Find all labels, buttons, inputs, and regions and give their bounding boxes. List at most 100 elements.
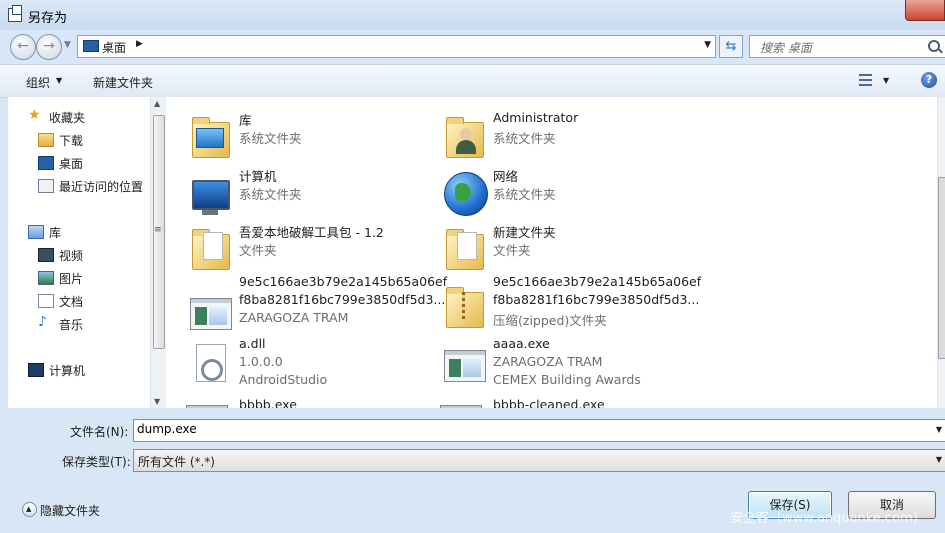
filename-field[interactable]: ▼ <box>133 419 945 442</box>
file-type: 文件夹 <box>493 243 531 258</box>
file-type: 压缩(zipped)文件夹 <box>493 313 607 328</box>
nav-pictures-label: 图片 <box>59 272 84 286</box>
video-icon <box>38 248 54 262</box>
save-form: 文件名(N): ▼ 保存类型(T): 所有文件 (*.*) ▼ ▲ 隐藏文件夹 … <box>0 408 945 533</box>
filetype-value: 所有文件 (*.*) <box>138 455 215 469</box>
nav-libraries-label: 库 <box>49 226 62 240</box>
filename-dropdown-icon[interactable]: ▼ <box>936 425 942 434</box>
scroll-down-icon[interactable]: ▼ <box>154 397 160 406</box>
file-item-libraries[interactable]: 库 系统文件夹 <box>186 110 436 166</box>
address-field[interactable]: 桌面 ▶ ▼ <box>77 35 716 58</box>
application-icon <box>186 288 234 336</box>
content-scroll-thumb[interactable] <box>938 177 945 359</box>
filename-label: 文件名(N): <box>70 425 129 439</box>
filetype-select[interactable]: 所有文件 (*.*) ▼ <box>133 449 945 472</box>
file-type: 系统文件夹 <box>493 187 556 202</box>
arrow-left-icon: ← <box>17 38 29 54</box>
file-list: 库 系统文件夹 Administrator 系统文件夹 计算机 系统文件夹 网络… <box>166 97 937 408</box>
breadcrumb-chevron-icon[interactable]: ▶ <box>136 39 143 49</box>
file-item-administrator[interactable]: Administrator 系统文件夹 <box>440 110 690 166</box>
dll-gear-icon <box>186 340 234 388</box>
document-icon <box>38 294 54 308</box>
window-icon <box>8 5 22 22</box>
view-dropdown-icon[interactable]: ▼ <box>883 76 889 85</box>
file-name: 新建文件夹 <box>493 225 556 240</box>
navigation-pane: ★ 收藏夹 下载 桌面 最近访问的位置 库 视频 图片 文档 ♪ 音乐 计算机 <box>8 97 150 408</box>
back-button[interactable]: ← <box>10 34 36 60</box>
nav-music-label: 音乐 <box>59 318 84 332</box>
file-company: AndroidStudio <box>239 372 328 387</box>
filetype-label: 保存类型(T): <box>62 455 131 469</box>
file-name-continued: f8ba8281f16bc799e3850df5d3... <box>239 292 446 307</box>
search-input[interactable]: 搜索 桌面 <box>749 35 945 58</box>
command-toolbar: 组织 ▼ 新建文件夹 ▼ ? <box>0 64 945 98</box>
scroll-up-icon[interactable]: ▲ <box>154 99 160 108</box>
window-title: 另存为 <box>28 11 68 26</box>
computer-icon <box>28 363 44 377</box>
desktop-icon <box>83 40 99 52</box>
address-bar: ← → ▼ 桌面 ▶ ▼ ⇆ 搜索 桌面 <box>0 30 945 64</box>
folder-icon <box>186 226 234 274</box>
file-item-zip-hash[interactable]: 9e5c166ae3b79e2a145b65a06ef f8ba8281f16b… <box>440 274 701 332</box>
search-icon[interactable] <box>928 40 940 52</box>
user-folder-icon <box>440 114 488 162</box>
nav-favorites-label: 收藏夹 <box>49 111 86 125</box>
file-name: 9e5c166ae3b79e2a145b65a06ef <box>239 274 448 289</box>
hide-folders-label[interactable]: 隐藏文件夹 <box>40 502 100 519</box>
file-name: 网络 <box>493 169 519 184</box>
file-item-computer[interactable]: 计算机 系统文件夹 <box>186 166 436 222</box>
close-button[interactable] <box>905 0 945 21</box>
file-name-continued: f8ba8281f16bc799e3850df5d3... <box>493 292 700 307</box>
file-name: 计算机 <box>239 169 277 184</box>
file-item-bbbb-cleaned-exe[interactable]: bbbb-cleaned.exe <box>440 397 690 408</box>
file-company: ZARAGOZA TRAM <box>493 354 603 369</box>
nav-recent-label: 最近访问的位置 <box>59 180 144 194</box>
file-item-bbbb-exe[interactable]: bbbb.exe <box>186 397 436 408</box>
search-placeholder: 搜索 桌面 <box>760 41 812 55</box>
recent-locations-dropdown[interactable]: ▼ <box>64 40 71 50</box>
content-scrollbar[interactable] <box>937 97 945 408</box>
forward-button[interactable]: → <box>36 34 62 60</box>
file-version: 1.0.0.0 <box>239 354 283 369</box>
filename-input[interactable] <box>137 422 917 436</box>
library-folder-icon <box>186 114 234 162</box>
file-item-folder-52pojie[interactable]: 吾爱本地破解工具包 - 1.2 文件夹 <box>186 222 436 278</box>
nav-computer-label: 计算机 <box>49 364 86 378</box>
file-description: CEMEX Building Awards <box>493 372 641 387</box>
new-folder-button[interactable]: 新建文件夹 <box>93 74 153 91</box>
hide-folders-toggle[interactable]: ▲ <box>22 502 37 517</box>
file-item-aaaa-exe[interactable]: aaaa.exe ZARAGOZA TRAM CEMEX Building Aw… <box>440 336 690 392</box>
network-globe-icon <box>440 170 488 218</box>
file-item-network[interactable]: 网络 系统文件夹 <box>440 166 690 222</box>
view-options-icon[interactable] <box>859 74 872 87</box>
file-item-exe-hash[interactable]: 9e5c166ae3b79e2a145b65a06ef f8ba8281f16b… <box>186 274 447 330</box>
nav-videos-label: 视频 <box>59 249 84 263</box>
star-icon: ★ <box>28 107 41 123</box>
file-type: 系统文件夹 <box>493 131 556 146</box>
chevron-up-icon: ▲ <box>26 505 32 513</box>
organize-button[interactable]: 组织 <box>26 74 50 91</box>
file-name: bbbb.exe <box>239 397 297 408</box>
downloads-folder-icon <box>38 133 54 147</box>
filetype-dropdown-icon[interactable]: ▼ <box>936 455 942 464</box>
recent-places-icon <box>38 179 54 193</box>
file-type: 系统文件夹 <box>239 187 302 202</box>
nav-scrollbar[interactable]: ▲ ≡ ▼ <box>150 97 166 408</box>
refresh-button[interactable]: ⇆ <box>719 35 743 58</box>
file-name: 库 <box>239 113 252 128</box>
file-type: 文件夹 <box>239 243 277 258</box>
file-name: 吾爱本地破解工具包 - 1.2 <box>239 225 384 240</box>
arrow-right-icon: → <box>43 38 55 54</box>
title-bar: 另存为 <box>0 0 945 30</box>
file-type: 系统文件夹 <box>239 131 302 146</box>
zip-folder-icon <box>440 284 488 332</box>
file-name: bbbb-cleaned.exe <box>493 397 605 408</box>
organize-dropdown-icon[interactable]: ▼ <box>56 76 62 85</box>
file-item-a-dll[interactable]: a.dll 1.0.0.0 AndroidStudio <box>186 336 436 392</box>
address-path[interactable]: 桌面 <box>102 39 126 56</box>
address-dropdown-icon[interactable]: ▼ <box>704 40 711 50</box>
computer-icon <box>186 170 234 218</box>
library-icon <box>28 225 44 239</box>
help-icon[interactable]: ? <box>921 72 937 88</box>
file-item-new-folder[interactable]: 新建文件夹 文件夹 <box>440 222 690 278</box>
